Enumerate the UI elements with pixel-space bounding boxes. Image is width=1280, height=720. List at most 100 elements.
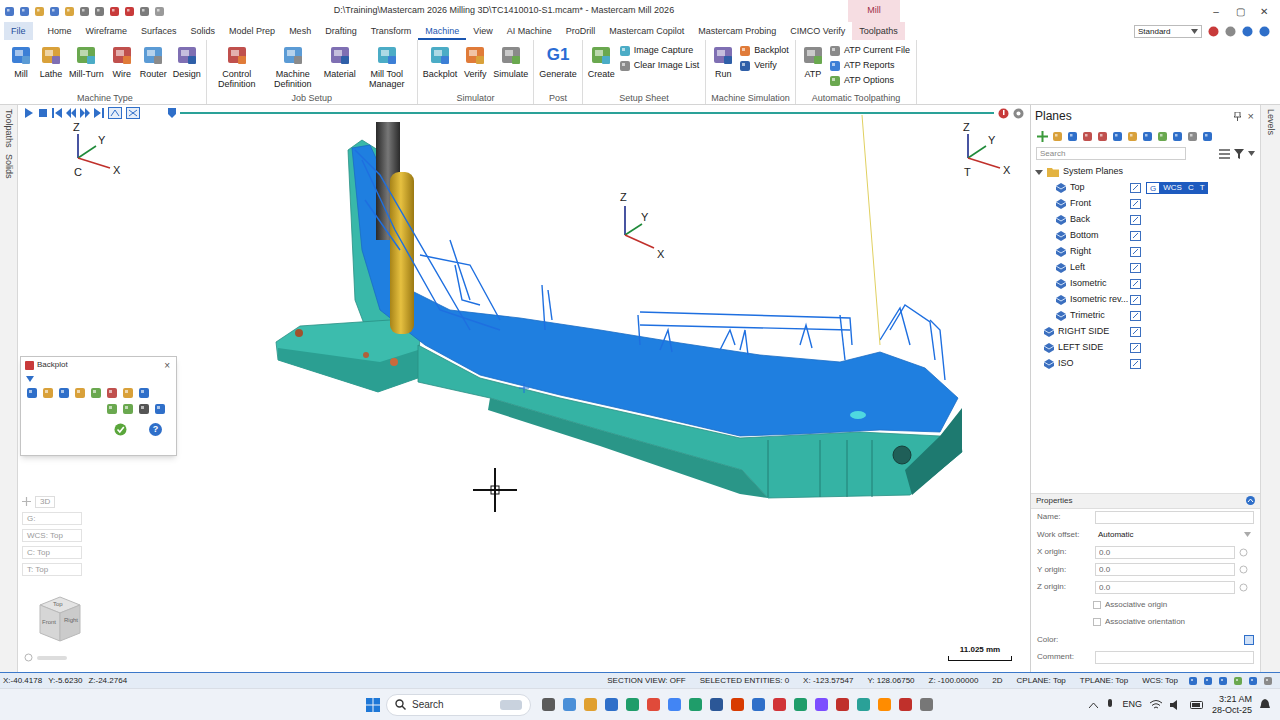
ribbon-button[interactable]: Design [171,43,203,79]
taskbar-app-icon[interactable] [856,697,871,712]
tray-chevron-icon[interactable] [1089,702,1098,708]
status-toggle-icon[interactable] [1203,676,1213,686]
ribbon-tab-label[interactable]: Solids [184,24,223,40]
window-control-button[interactable]: ✕ [1252,4,1276,19]
step-back-icon[interactable] [66,108,76,118]
ribbon-button[interactable]: Mill Tool Manager [360,43,414,89]
status-toggle-icon[interactable] [1218,676,1228,686]
dropdown-arrow-icon[interactable] [1248,151,1255,156]
close-button[interactable]: × [162,358,172,373]
backplot-option-icon[interactable] [138,403,150,415]
ok-check-icon[interactable] [114,423,127,436]
cube-face-label[interactable]: Top [53,601,63,608]
battery-icon[interactable] [1190,701,1204,709]
status-item[interactable]: CPLANE: Top [1017,675,1066,687]
plane-tree-item[interactable]: ISO [1031,356,1260,372]
taskbar-app-icon[interactable] [667,697,682,712]
taskbar-app-icon[interactable] [604,697,619,712]
ribbon-small-button[interactable]: Clear Image List [619,59,703,73]
toggle-icon[interactable] [108,107,122,119]
property-field[interactable] [1095,581,1235,594]
taskbar-app-icon[interactable] [814,697,829,712]
status-toggle-icon[interactable] [1188,676,1198,686]
quick-access-icon[interactable] [94,6,105,17]
status-item[interactable]: X: -123.57547 [803,675,853,687]
backplot-option-icon[interactable] [106,403,118,415]
ribbon-tab-label[interactable]: Machine [418,24,466,40]
status-item[interactable]: WCS: Top [1142,675,1178,687]
status-toggle-icon[interactable] [1248,676,1258,686]
backplot-option-icon[interactable] [154,403,166,415]
list-view-icon[interactable] [1219,149,1230,159]
edit-plane-icon[interactable] [1130,199,1141,209]
ribbon-tab-label[interactable]: File [4,24,33,40]
ribbon-button[interactable]: Mill [7,43,35,79]
ribbon-button[interactable]: Create [586,43,617,79]
ribbon-button[interactable]: G1Generate [537,43,579,79]
quick-access-icon[interactable] [139,6,150,17]
edit-plane-icon[interactable] [1130,343,1141,353]
quick-access-icon[interactable] [49,6,60,17]
expand-icon[interactable] [26,375,34,383]
ribbon-button[interactable]: Wire [108,43,136,79]
ribbon-button[interactable]: Simulate [491,43,530,79]
progress-track[interactable] [180,112,994,114]
pick-point-icon[interactable] [1239,583,1248,592]
ribbon-tab-label[interactable]: Mastercam Copilot [602,24,691,40]
status-item[interactable]: Y: 128.06750 [867,675,914,687]
ribbon-tab[interactable]: Wireframe [79,22,135,40]
ribbon-tab[interactable]: View [466,22,499,40]
plane-tool-icon[interactable] [1172,131,1183,142]
edit-plane-icon[interactable] [1130,183,1141,193]
wifi-icon[interactable] [1150,700,1162,710]
ribbon-tab-label[interactable]: Home [41,24,79,40]
plane-tool-icon[interactable] [1082,131,1093,142]
volume-icon[interactable] [1170,700,1182,710]
plane-tool-icon[interactable] [1142,131,1153,142]
plane-tree-item[interactable]: LEFT SIDE [1031,340,1260,356]
quick-access-icon[interactable] [4,6,15,17]
property-field[interactable] [1095,563,1235,576]
taskbar-app-icon[interactable] [772,697,787,712]
add-plane-icon[interactable] [1037,131,1048,142]
taskbar-app-icon[interactable] [793,697,808,712]
ribbon-tab[interactable]: Home [41,22,79,40]
edit-plane-icon[interactable] [1130,215,1141,225]
quick-access-icon[interactable] [109,6,120,17]
taskbar-app-icon[interactable] [688,697,703,712]
ribbon-small-button[interactable]: ATP Current File [829,44,913,58]
checkbox[interactable] [1093,601,1101,609]
taskbar-app-icon[interactable] [625,697,640,712]
taskbar-app-icon[interactable] [877,697,892,712]
play-icon[interactable] [24,108,34,118]
edit-plane-icon[interactable] [1130,359,1141,369]
ribbon-tab[interactable]: Mesh [282,22,318,40]
speed-marker-icon[interactable] [168,108,176,118]
ribbon-tab[interactable]: Surfaces [134,22,184,40]
quick-access-icon[interactable] [19,6,30,17]
search-field[interactable] [1036,147,1186,160]
quick-access-icon[interactable] [124,6,135,17]
ribbon-tab[interactable]: Transform [364,22,419,40]
taskbar-app-icon[interactable] [541,697,556,712]
rotate-icon[interactable] [24,653,33,662]
ribbon-button[interactable]: Run [709,43,737,79]
collapse-icon[interactable] [1246,496,1255,505]
help-icon[interactable] [1259,26,1270,37]
ribbon-button[interactable]: Machine Definition [266,43,320,89]
color-picker-icon[interactable] [1244,635,1254,645]
microphone-icon[interactable] [1106,699,1114,711]
ribbon-tab[interactable]: Mastercam Probing [691,22,783,40]
notifications-icon[interactable] [1260,699,1270,710]
edit-plane-icon[interactable] [1130,247,1141,257]
view-cube[interactable]: TopFrontRight [26,595,86,651]
pin-icon[interactable] [1233,112,1242,121]
side-panel-tab[interactable]: Toolpaths [2,109,16,148]
plane-tree-item[interactable]: Isometric rev... [1031,292,1260,308]
quick-access-icon[interactable] [79,6,90,17]
taskbar-app-icon[interactable] [562,697,577,712]
taskbar-app-icon[interactable] [898,697,913,712]
cube-face-label[interactable]: Front [42,619,56,626]
alert-icon[interactable] [1208,26,1219,37]
plane-tool-icon[interactable] [1052,131,1063,142]
